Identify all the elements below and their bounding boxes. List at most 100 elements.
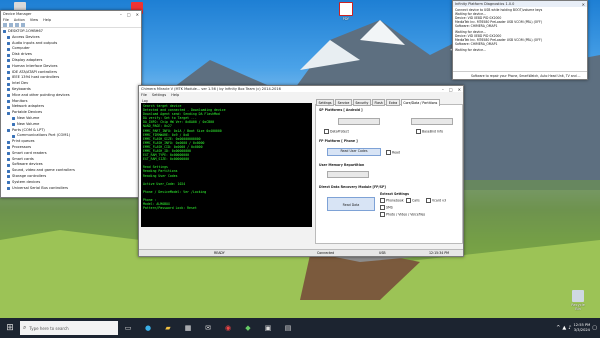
search-box[interactable]: ⌕ Type here to search [20,321,118,335]
checkbox-icon[interactable] [386,150,391,155]
menu-action[interactable]: Action [14,18,25,22]
section-fp: FP Platform [ Phone ] [319,139,358,143]
checkbox-icon[interactable] [380,205,385,210]
checkbox-icon[interactable] [324,129,329,134]
device-icon [7,41,10,45]
checkbox-icon[interactable] [380,212,385,217]
desktop-icon-label: Recycle Bin [571,303,585,311]
windows-start-icon[interactable]: ⊞ [3,321,17,335]
device-icon [7,163,10,167]
data-protect-check[interactable]: DataProtect [324,129,349,134]
chrome-icon[interactable]: ◉ [221,321,235,335]
computer-icon [3,30,6,34]
tab-core-data[interactable]: Core/Data / Partitions [400,99,440,106]
read-check[interactable]: Read [386,150,400,155]
phonebook-check[interactable]: Phonebook [380,198,404,203]
diagnostics-window[interactable]: Infinity Platform Diagnostics 1.0.0 ✕ Co… [452,0,588,80]
edge-icon[interactable]: ● [141,321,155,335]
clock-date: 3/3/2024 [573,328,590,332]
tab-flash[interactable]: Flash [371,99,386,106]
menu-file[interactable]: File [3,18,9,22]
checkbox-label: Phonebook [386,198,404,203]
section-user-memory: User Memory Repartition [319,163,365,167]
chimera-taskbar-icon[interactable]: ◆ [241,321,255,335]
clock[interactable]: 12:55 PM 3/3/2024 [573,323,590,333]
file-explorer-icon[interactable]: ▰ [161,321,175,335]
checkbox-label: Calls [412,198,420,203]
mail-icon[interactable]: ✉ [201,321,215,335]
options-panel: SP Platforms [ Android ] DataProtect Bas… [315,104,463,244]
checkbox-label: Vcard v3 [432,198,447,203]
task-view-icon[interactable]: ▭ [121,321,135,335]
maximize-icon[interactable]: □ [127,12,131,17]
window-title: Infinity Platform Diagnostics 1.0.0 [455,2,515,6]
maximize-icon[interactable]: □ [449,87,453,92]
section-direct-data: Direct Data Recovery Module [FP/SP] [319,185,386,189]
port-icon [7,128,10,132]
window-title: Chimera Miracle V (MTK Module... ver 1.5… [141,87,281,91]
desktop-icon-recycle-bin[interactable]: Recycle Bin [568,290,588,311]
menu-help[interactable]: Help [43,18,51,22]
vcard-check[interactable]: Vcard v3 [426,198,446,203]
read-data-button[interactable]: Read Data [327,197,375,211]
sp-button-2[interactable] [411,118,453,125]
chevron-up-icon[interactable]: ^ [556,325,560,331]
baseband-check[interactable]: BaseBnd Info [416,129,443,134]
device-icon [7,76,10,80]
properties-icon[interactable] [15,22,19,27]
extract-settings-label: Extract Settings [380,192,410,196]
log-console[interactable]: Search target device Detected and connec… [141,103,312,227]
checkbox-icon[interactable] [426,198,431,203]
device-icon [7,36,10,40]
menu-settings[interactable]: Settings [152,93,166,97]
device-icon [7,88,10,92]
device-icon [7,175,10,179]
tab-settings[interactable]: Settings [316,99,335,106]
menu-file[interactable]: File [141,93,147,97]
tab-extra[interactable]: Extra [386,99,400,106]
menu-view[interactable]: View [30,18,38,22]
repartition-button[interactable] [327,171,369,178]
read-user-codes-button[interactable]: Read User Codes [327,148,381,156]
section-sp: SP Platforms [ Android ] [319,108,363,112]
taskbar: ⊞ ⌕ Type here to search ▭ ● ▰ ▦ ✉ ◉ ◆ ▣ … [0,318,600,338]
checkbox-icon[interactable] [380,198,385,203]
tree-item[interactable]: Universal Serial Bus controllers [3,186,139,192]
checkbox-label: Photo / Video / Voicefiles [386,212,426,217]
device-icon [7,140,10,144]
device-icon [7,169,10,173]
sms-check[interactable]: SMS [380,205,393,210]
network-icon[interactable]: ▲ [562,325,566,331]
calls-check[interactable]: Calls [406,198,420,203]
checkbox-icon[interactable] [416,129,421,134]
minimize-icon[interactable]: – [442,87,444,92]
tab-security[interactable]: Security [352,99,371,106]
diagnostics-log[interactable]: Connect device to USB while holding BOOT… [453,7,587,71]
photo-video-check[interactable]: Photo / Video / Voicefiles [380,212,425,217]
menu-help[interactable]: Help [171,93,179,97]
checkbox-label: SMS [386,205,393,210]
back-icon[interactable] [3,22,7,27]
notification-icon[interactable]: ▢ [592,325,597,331]
desktop-icon-pdf[interactable]: PDF [336,2,356,21]
sp-button-1[interactable] [338,118,380,125]
forward-icon[interactable] [9,22,13,27]
device-icon [7,152,10,156]
tab-service[interactable]: Service [335,99,352,106]
device-icon [7,157,10,161]
window-title: Device Manager [3,12,32,16]
device-tree: DESKTOP-1O9BH67 Access Devices Audio inp… [1,28,141,192]
minimize-icon[interactable]: – [120,12,122,17]
volume-icon[interactable]: ♪ [568,325,571,331]
close-icon[interactable]: ✕ [136,12,139,17]
store-icon[interactable]: ▦ [181,321,195,335]
diagnostics-taskbar-icon[interactable]: ▤ [281,321,295,335]
help-icon[interactable] [21,22,25,27]
device-manager-window[interactable]: Device Manager – □ ✕ File Action View Help… [0,10,142,198]
checkbox-icon[interactable] [406,198,411,203]
checkbox-label: BaseBnd Info [422,129,444,134]
drive-icon [12,123,15,127]
close-icon[interactable]: ✕ [582,2,585,7]
device-manager-taskbar-icon[interactable]: ▣ [261,321,275,335]
close-icon[interactable]: ✕ [458,87,461,92]
